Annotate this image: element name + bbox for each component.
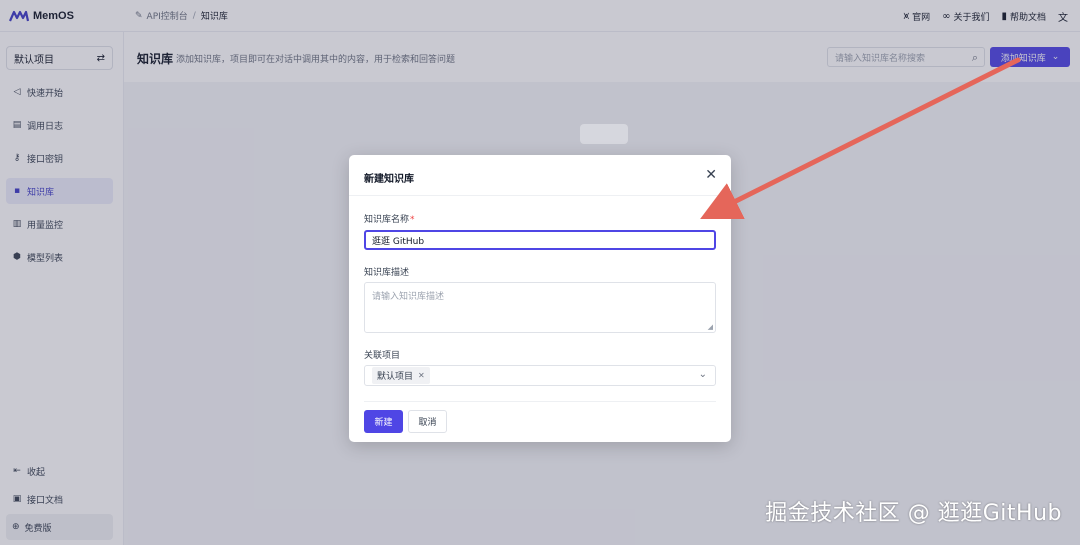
project-label: 关联项目 bbox=[364, 351, 401, 361]
remove-tag-icon[interactable]: ✕ bbox=[418, 371, 425, 380]
divider bbox=[364, 401, 716, 402]
dialog-title: 新建知识库 bbox=[364, 174, 414, 185]
create-knowledge-base-dialog: 新建知识库 ✕ 知识库名称* 逛逛 GitHub 知识库描述 请输入知识库描述 … bbox=[349, 155, 731, 442]
empty-state-placeholder bbox=[580, 124, 628, 144]
create-button[interactable]: 新建 bbox=[364, 410, 403, 433]
required-mark: * bbox=[410, 215, 415, 225]
project-tag: 默认项目 ✕ bbox=[372, 367, 430, 384]
cancel-button[interactable]: 取消 bbox=[408, 410, 447, 433]
description-label: 知识库描述 bbox=[364, 268, 410, 278]
watermark: 掘金技术社区 @ 逛逛GitHub bbox=[765, 501, 1062, 526]
name-label: 知识库名称* bbox=[364, 212, 415, 225]
project-tag-label: 默认项目 bbox=[377, 372, 414, 382]
close-icon[interactable]: ✕ bbox=[705, 167, 717, 183]
project-select[interactable]: 默认项目 ✕ ⌄ bbox=[364, 365, 716, 386]
name-field-value: 逛逛 GitHub bbox=[372, 236, 425, 247]
description-field[interactable]: 请输入知识库描述 ◢ bbox=[364, 282, 716, 333]
divider bbox=[349, 195, 731, 196]
chevron-down-icon[interactable]: ⌄ bbox=[699, 369, 707, 380]
name-field[interactable]: 逛逛 GitHub bbox=[364, 230, 716, 250]
resize-handle-icon[interactable]: ◢ bbox=[708, 323, 713, 331]
description-placeholder: 请输入知识库描述 bbox=[372, 292, 445, 302]
name-label-text: 知识库名称 bbox=[364, 215, 410, 225]
